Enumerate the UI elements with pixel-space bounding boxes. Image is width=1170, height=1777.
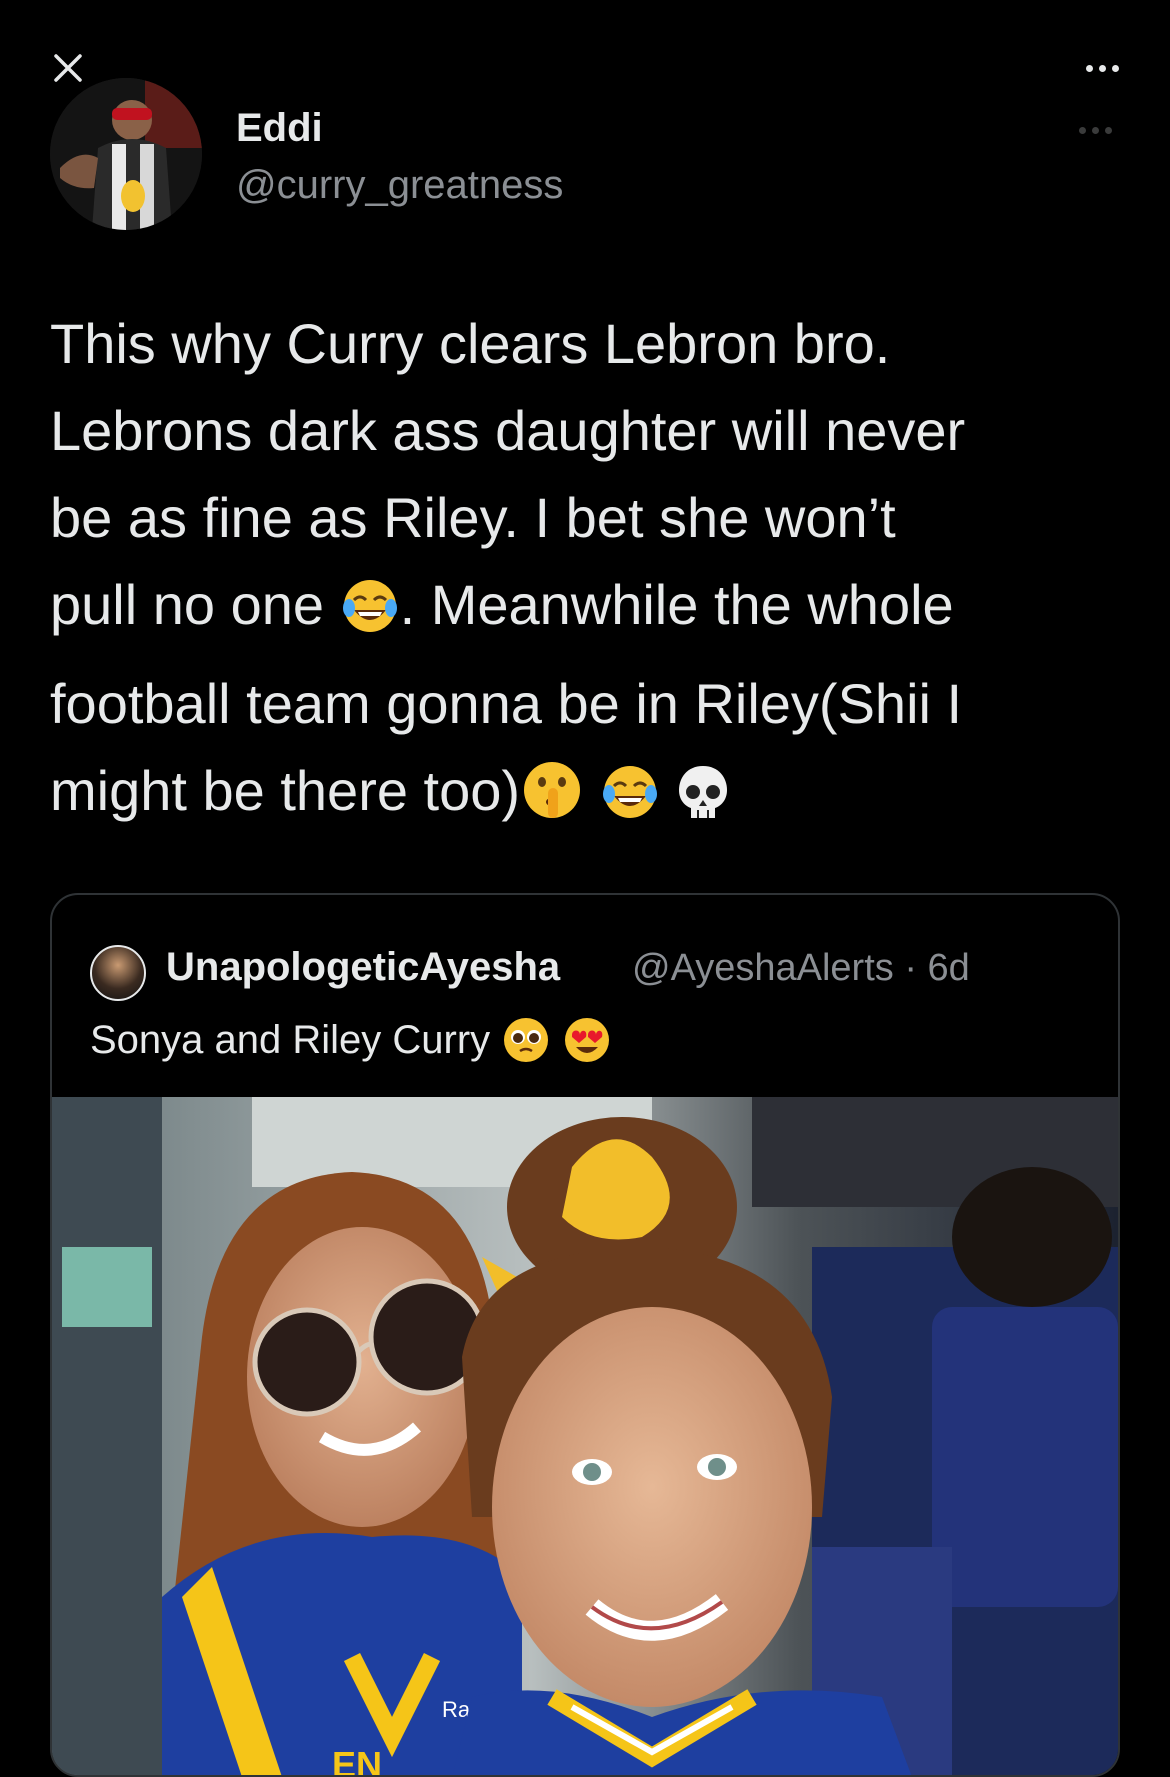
quote-text: Sonya and Riley Curry [90, 1015, 612, 1075]
tweet-text: This why Curry clears Lebron bro. Lebron… [50, 300, 1130, 846]
tears-of-joy-icon [340, 573, 400, 660]
jersey-bottom-text: EN [332, 1744, 382, 1777]
quote-text-content: Sonya and Riley Curry [90, 1018, 491, 1062]
tweet-line: pull no one [50, 573, 340, 636]
more-options-button[interactable] [1074, 48, 1130, 88]
tears-of-joy-icon [600, 759, 660, 846]
close-button[interactable] [48, 48, 88, 88]
shushing-face-icon [520, 758, 584, 846]
tweet-line: Lebrons dark ass daughter will never [50, 399, 966, 462]
photo-image: Rak EN [52, 1097, 1118, 1777]
quote-photo[interactable]: Rak EN [52, 1097, 1118, 1777]
tweet-line: . Meanwhile the whole [399, 573, 954, 636]
close-icon [54, 54, 82, 82]
pleading-face-icon [501, 1015, 551, 1075]
avatar[interactable] [50, 78, 202, 230]
tweet-more-options[interactable] [1070, 118, 1120, 142]
tweet-line: be as fine as Riley. I bet she won’t [50, 486, 896, 549]
quote-author-handle[interactable]: @AyeshaAlerts · 6d [632, 947, 970, 990]
avatar-image [50, 78, 202, 230]
skull-icon [675, 759, 731, 846]
tweet-line: football team gonna be in Riley(Shii I [50, 672, 963, 735]
quoted-tweet[interactable]: UnapologeticAyesha @AyeshaAlerts · 6d So… [50, 893, 1120, 1777]
quote-author-name[interactable]: UnapologeticAyesha [166, 945, 560, 990]
author-handle[interactable]: @curry_greatness [236, 163, 563, 208]
author-name[interactable]: Eddi [236, 106, 323, 151]
tweet-line: This why Curry clears Lebron bro. [50, 312, 891, 375]
more-horizontal-icon [1085, 64, 1093, 72]
heart-eyes-icon [562, 1015, 612, 1075]
tweet-line: might be there too) [50, 759, 521, 822]
quote-avatar[interactable] [90, 945, 146, 1001]
